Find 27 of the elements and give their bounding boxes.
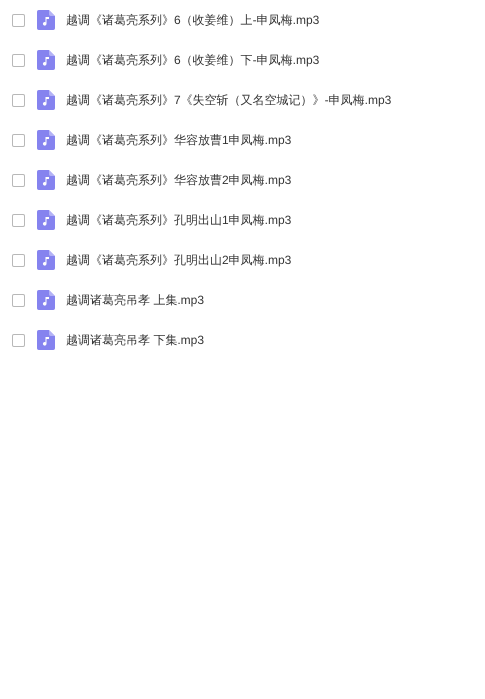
music-file-icon [37,130,55,150]
checkbox[interactable] [12,134,25,146]
checkbox[interactable] [12,334,25,346]
music-file-icon [37,170,55,190]
music-file-icon [37,10,55,30]
music-file-icon [37,250,55,270]
file-name[interactable]: 越调诸葛亮吊孝 下集.mp3 [66,331,204,349]
music-file-icon [37,290,55,310]
file-name[interactable]: 越调诸葛亮吊孝 上集.mp3 [66,291,204,309]
file-name[interactable]: 越调《诸葛亮系列》6（收姜维）下-申凤梅.mp3 [66,51,320,69]
file-name[interactable]: 越调《诸葛亮系列》6（收姜维）上-申凤梅.mp3 [66,11,320,29]
checkbox[interactable] [12,254,25,266]
checkbox[interactable] [12,174,25,186]
file-name[interactable]: 越调《诸葛亮系列》华容放曹1申凤梅.mp3 [66,131,292,149]
file-name[interactable]: 越调《诸葛亮系列》孔明出山2申凤梅.mp3 [66,251,292,269]
checkbox[interactable] [12,294,25,306]
music-file-icon [37,50,55,70]
music-file-icon [37,330,55,350]
checkbox[interactable] [12,54,25,66]
file-name[interactable]: 越调《诸葛亮系列》华容放曹2申凤梅.mp3 [66,171,292,189]
file-name[interactable]: 越调《诸葛亮系列》孔明出山1申凤梅.mp3 [66,211,292,229]
music-file-icon [37,210,55,230]
music-file-icon [37,90,55,110]
checkbox[interactable] [12,14,25,26]
checkbox[interactable] [12,94,25,106]
file-name[interactable]: 越调《诸葛亮系列》7《失空斩（又名空城记）》-申凤梅.mp3 [66,91,392,109]
checkbox[interactable] [12,214,25,226]
